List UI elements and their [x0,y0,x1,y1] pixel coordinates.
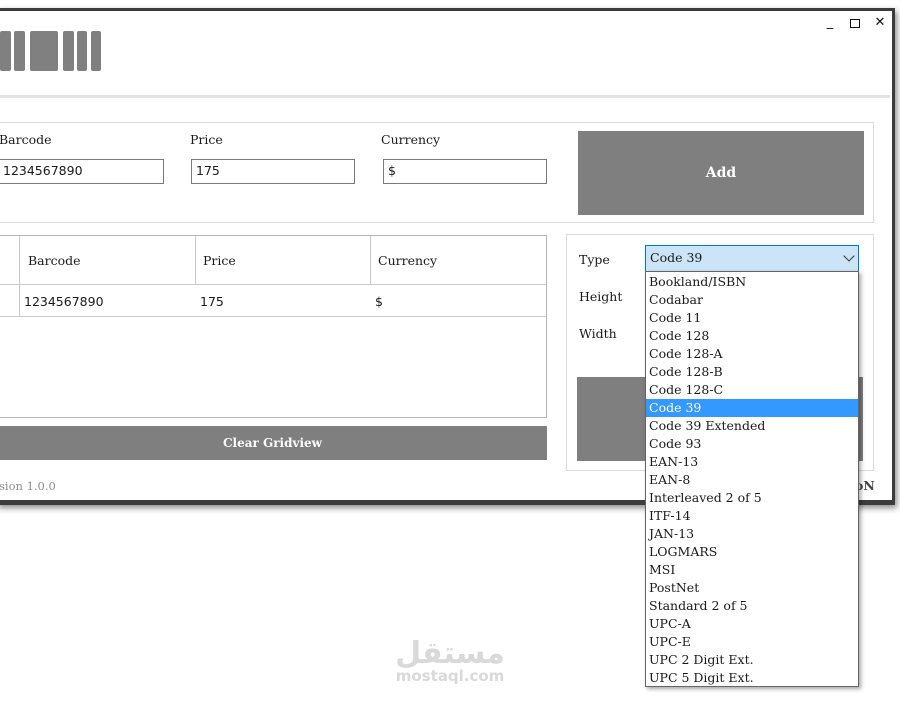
cell-barcode[interactable]: 1234567890 [24,294,104,309]
maximize-button[interactable] [850,19,860,28]
type-option[interactable]: Code 39 [646,399,858,417]
cell-currency[interactable]: $ [375,294,383,309]
type-option[interactable]: JAN-13 [646,525,858,543]
barcode-label: Barcode [0,132,52,147]
type-option[interactable]: Codabar [646,291,858,309]
type-option[interactable]: ITF-14 [646,507,858,525]
column-header-price[interactable]: Price [203,253,236,268]
type-option[interactable]: UPC-A [646,615,858,633]
type-dropdown-list[interactable]: Bookland/ISBN Codabar Code 11 Code 128 Code … [645,271,859,687]
type-selected-value: Code 39 [650,250,703,265]
chevron-down-icon[interactable] [843,250,855,262]
header-divider [0,95,890,98]
type-option[interactable]: UPC 5 Digit Ext. [646,669,858,687]
type-option[interactable]: Code 128 [646,327,858,345]
type-option[interactable]: LOGMARS [646,543,858,561]
type-option[interactable]: Code 39 Extended [646,417,858,435]
watermark: مستقل mostaql.com [392,636,508,685]
type-option[interactable]: EAN-13 [646,453,858,471]
column-header-barcode[interactable]: Barcode [28,253,81,268]
column-header-currency[interactable]: Currency [378,253,437,268]
type-combobox[interactable]: Code 39 [645,245,859,272]
close-button[interactable]: ✕ [873,16,887,30]
currency-label: Currency [381,132,441,147]
type-option[interactable]: Code 11 [646,309,858,327]
type-option[interactable]: UPC 2 Digit Ext. [646,651,858,669]
barcode-input[interactable]: 1234567890 [0,159,164,184]
currency-input[interactable]: $ [383,159,547,184]
height-label: Height [579,289,623,304]
watermark-latin: mostaql.com [395,667,505,685]
price-input[interactable]: 175 [191,159,355,184]
type-label: Type [579,252,610,267]
type-option[interactable]: PostNet [646,579,858,597]
barcode-logo [0,31,102,71]
type-option[interactable]: Code 128-A [646,345,858,363]
type-option[interactable]: MSI [646,561,858,579]
type-option[interactable]: Standard 2 of 5 [646,597,858,615]
version-text: sion 1.0.0 [0,479,56,493]
type-option[interactable]: Bookland/ISBN [646,273,858,291]
type-option[interactable]: Code 128-C [646,381,858,399]
data-grid[interactable]: Barcode Price Currency 1234567890 175 $ [0,235,547,418]
type-option[interactable]: Code 93 [646,435,858,453]
width-label: Width [579,326,617,341]
minimize-button[interactable]: _ [823,16,837,30]
watermark-arabic: مستقل [395,636,505,671]
type-option[interactable]: EAN-8 [646,471,858,489]
type-option[interactable]: Interleaved 2 of 5 [646,489,858,507]
add-button[interactable]: Add [578,131,864,215]
price-label: Price [190,132,223,147]
type-option[interactable]: UPC-E [646,633,858,651]
type-option[interactable]: Code 128-B [646,363,858,381]
clear-gridview-button[interactable]: Clear Gridview [0,426,547,460]
cell-price[interactable]: 175 [200,294,224,309]
